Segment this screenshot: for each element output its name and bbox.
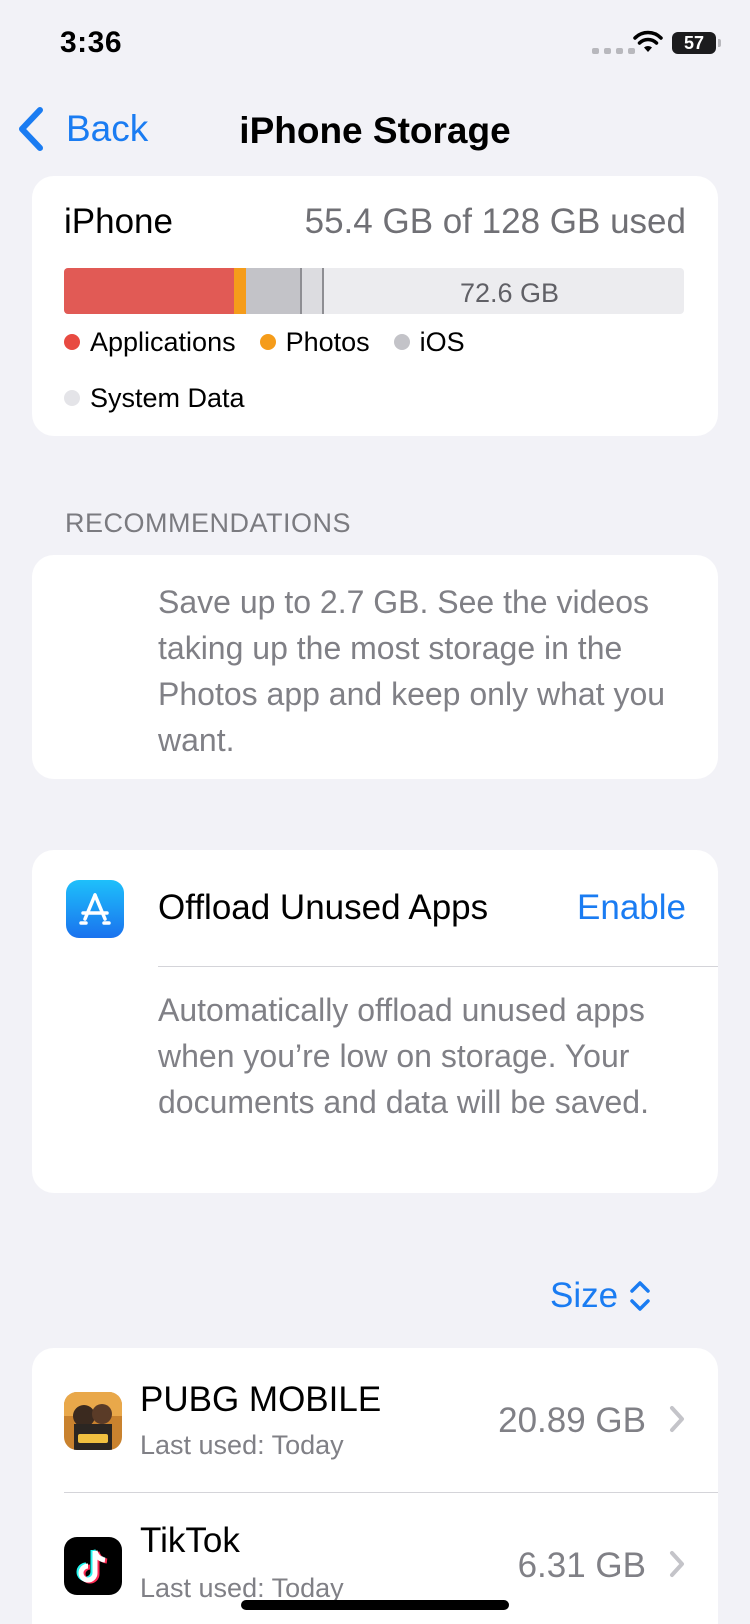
legend-photos: Photos <box>259 324 370 360</box>
storage-summary-card: iPhone 55.4 GB of 128 GB used 72.6 GB Ap… <box>32 176 718 436</box>
status-bar: 3:36 57 <box>0 0 750 90</box>
offload-description: Automatically offload unused apps when y… <box>158 992 649 1120</box>
app-row-pubg-mobile[interactable]: PUBG MOBILE Last used: Today 20.89 GB <box>32 1348 718 1493</box>
offload-apps-card: Offload Unused Apps Enable Automatically… <box>32 850 718 1193</box>
photos-segment <box>234 268 246 314</box>
sort-label: Size <box>550 1276 619 1315</box>
system-data-segment-divider <box>322 268 324 314</box>
pubg-mobile-icon <box>64 1392 122 1450</box>
system-data-segment <box>302 268 322 314</box>
app-name: PUBG MOBILE <box>140 1380 382 1419</box>
cellular-signal-icon <box>592 48 635 54</box>
applications-segment <box>64 268 234 314</box>
app-size: 6.31 GB <box>517 1546 646 1585</box>
wifi-icon <box>633 30 663 52</box>
free-space-label: 72.6 GB <box>460 278 560 308</box>
pubg-mobile-artwork <box>64 1392 122 1450</box>
legend-dot-applications <box>64 334 80 350</box>
legend-dot-ios <box>393 334 410 350</box>
app-store-glyph <box>79 893 111 925</box>
enable-offload-button[interactable]: Enable <box>577 888 686 928</box>
offload-title: Offload Unused Apps <box>158 888 489 927</box>
storage-usage-bar: 72.6 GB <box>64 268 684 314</box>
recommendations-header: RECOMMENDATIONS <box>65 508 352 538</box>
ios-segment <box>246 268 300 314</box>
app-last-used: Last used: Today <box>140 1430 344 1460</box>
chevron-up-down-icon <box>630 1281 650 1311</box>
app-size: 20.89 GB <box>498 1401 646 1440</box>
storage-legend: Applications Photos iOS System Data <box>64 324 704 416</box>
chevron-right-icon <box>670 1551 684 1577</box>
legend-dot-photos <box>259 334 276 350</box>
legend-label: System Data <box>90 382 245 413</box>
battery-level: 57 <box>683 32 705 53</box>
legend-label: Photos <box>285 326 370 357</box>
storage-usage-text: 55.4 GB of 128 GB used <box>304 202 686 241</box>
status-time: 3:36 <box>60 26 123 59</box>
legend-label: iOS <box>419 326 465 357</box>
legend-dot-system-data <box>64 390 80 406</box>
sort-by-button[interactable]: Size <box>550 1276 652 1316</box>
legend-label: Applications <box>90 326 236 357</box>
tiktok-artwork <box>76 1549 108 1584</box>
recommendation-text: Save up to 2.7 GB. See the videos taking… <box>158 584 666 758</box>
divider <box>158 966 718 967</box>
home-indicator[interactable] <box>241 1600 509 1610</box>
legend-applications: Applications <box>64 324 236 360</box>
legend-system-data: System Data <box>64 380 704 416</box>
app-store-icon <box>66 880 124 938</box>
navigation-bar: Back iPhone Storage <box>0 98 750 164</box>
battery-icon: 57 <box>672 32 721 54</box>
page-title: iPhone Storage <box>239 110 511 151</box>
iphone-storage-screen: 3:36 57 Back iPhone Storage iPhone 55.4 … <box>0 0 750 1624</box>
recommendation-card[interactable]: Save up to 2.7 GB. See the videos taking… <box>32 555 718 779</box>
tiktok-icon <box>64 1537 122 1595</box>
legend-ios: iOS <box>393 324 465 360</box>
chevron-right-icon <box>670 1406 684 1432</box>
device-name: iPhone <box>64 202 173 241</box>
app-list: PUBG MOBILE Last used: Today 20.89 GB Ti… <box>32 1348 718 1624</box>
app-name: TikTok <box>140 1521 240 1560</box>
